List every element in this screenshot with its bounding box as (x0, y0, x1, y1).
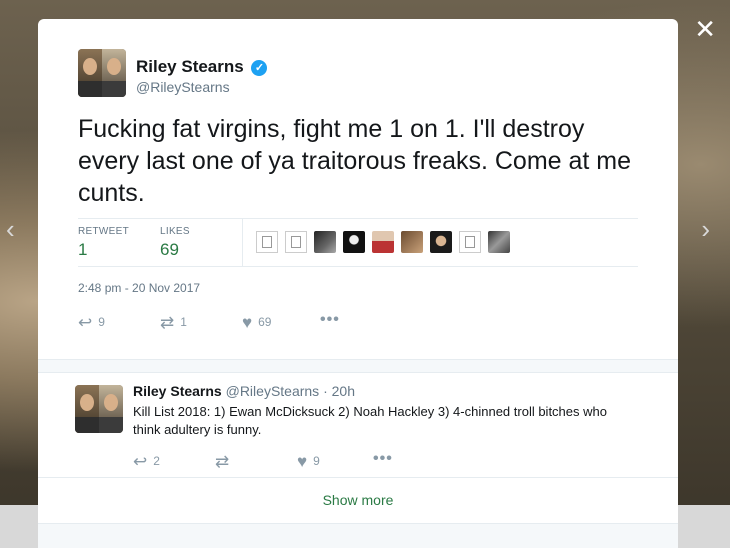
avatar[interactable] (78, 49, 126, 97)
reply-count: 2 (153, 454, 160, 468)
likes-stat[interactable]: LIKES 69 (160, 226, 190, 260)
reply-author-name[interactable]: Riley Stearns (133, 383, 222, 399)
retweet-icon: ⇄ (215, 452, 230, 471)
retweet-stat-label: RETWEET (78, 226, 129, 237)
reply-count: 9 (98, 315, 105, 329)
tweet-actions: ↩ 9 ⇄ 1 ♥ 69 ••• (78, 311, 638, 333)
like-button[interactable]: ♥ 9 (297, 452, 320, 472)
avatar[interactable] (75, 385, 123, 433)
liker-avatar[interactable] (372, 231, 394, 253)
stats-divider (242, 219, 243, 266)
reply-button[interactable]: ↩ 9 (78, 313, 105, 333)
liker-avatar[interactable] (430, 231, 452, 253)
show-more-row: Show more (38, 477, 678, 523)
like-button[interactable]: ♥ 69 (242, 313, 271, 333)
author-handle[interactable]: @RileyStearns (136, 79, 230, 95)
liker-avatar[interactable] (488, 231, 510, 253)
retweet-button[interactable]: ⇄ (215, 452, 235, 472)
show-more-link[interactable]: Show more (323, 492, 394, 508)
likes-stat-count: 69 (160, 240, 179, 259)
reply-time[interactable]: · 20h (323, 383, 355, 399)
verified-icon: ✓ (251, 60, 268, 76)
more-icon[interactable]: ••• (320, 311, 340, 329)
reply-tweet[interactable]: Riley Stearns @RileyStearns · 20h Kill L… (38, 372, 678, 482)
retweet-stat-count: 1 (78, 240, 88, 259)
main-tweet: Riley Stearns ✓ @RileyStearns Fucking fa… (38, 19, 678, 359)
liker-avatar[interactable] (285, 231, 307, 253)
liker-avatar[interactable] (401, 231, 423, 253)
reply-icon: ↩ (78, 313, 93, 332)
reply-tweet-actions: ↩ 2 ⇄ ♥ 9 ••• (133, 450, 533, 472)
author-name-text[interactable]: Riley Stearns (136, 57, 244, 76)
tweet-text: Fucking fat virgins, fight me 1 on 1. I'… (78, 115, 632, 207)
tweet-timestamp[interactable]: 2:48 pm - 20 Nov 2017 (78, 281, 200, 295)
liker-avatar[interactable] (314, 231, 336, 253)
retweet-stat[interactable]: RETWEET 1 (78, 226, 129, 260)
tweet-modal: Riley Stearns ✓ @RileyStearns Fucking fa… (38, 19, 678, 548)
like-count: 9 (313, 454, 320, 468)
tweet-stats: RETWEET 1 LIKES 69 (78, 218, 638, 267)
like-count: 69 (258, 315, 272, 329)
liker-avatar[interactable] (459, 231, 481, 253)
next-arrow-icon[interactable]: › (701, 214, 710, 245)
reply-button[interactable]: ↩ 2 (133, 452, 160, 472)
section-divider (38, 359, 678, 373)
retweet-count: 1 (180, 315, 187, 329)
bottom-strip (38, 523, 678, 548)
retweet-button[interactable]: ⇄ 1 (160, 313, 187, 333)
likes-stat-label: LIKES (160, 226, 190, 237)
heart-icon: ♥ (297, 452, 308, 471)
reply-text: Kill List 2018: 1) Ewan McDicksuck 2) No… (133, 404, 607, 437)
more-icon[interactable]: ••• (373, 450, 393, 468)
heart-icon: ♥ (242, 313, 253, 332)
reply-icon: ↩ (133, 452, 148, 471)
retweet-icon: ⇄ (160, 313, 175, 332)
author-name[interactable]: Riley Stearns ✓ (136, 57, 268, 77)
liker-avatar[interactable] (256, 231, 278, 253)
close-icon[interactable]: ✕ (694, 16, 716, 42)
reply-header: Riley Stearns @RileyStearns · 20h (133, 383, 355, 399)
liker-avatar[interactable] (343, 231, 365, 253)
previous-arrow-icon[interactable]: ‹ (6, 214, 15, 245)
reply-author-handle[interactable]: @RileyStearns (226, 383, 320, 399)
